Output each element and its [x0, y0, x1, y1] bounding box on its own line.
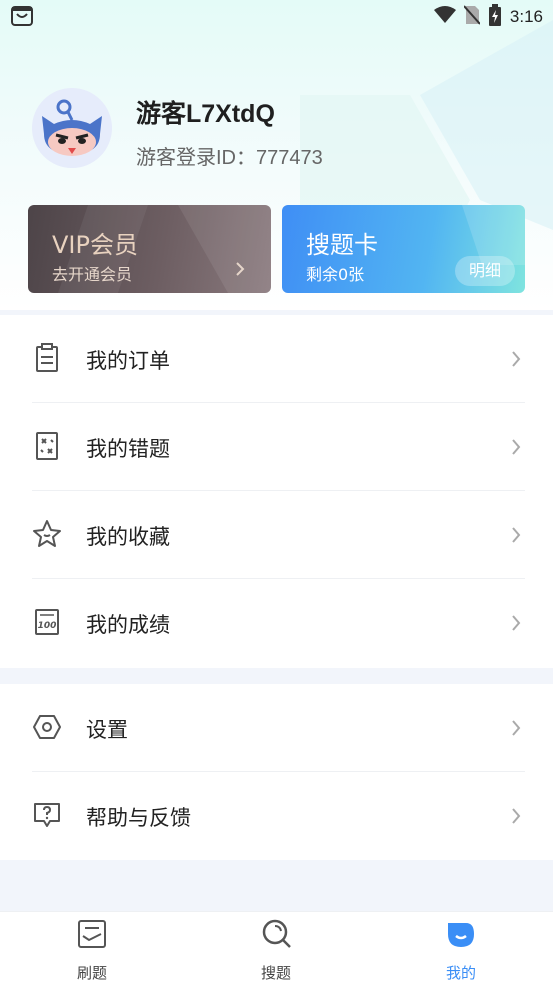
star-icon: [32, 519, 62, 549]
menu-item-label: 我的成绩: [86, 613, 170, 637]
svg-text:100: 100: [38, 621, 57, 631]
search-card-title: 搜题卡: [306, 231, 378, 259]
status-bar: 3:16: [0, 0, 553, 32]
chevron-right-icon: [511, 614, 521, 636]
menu-primary: 我的订单 我的错题 我的收藏 100 我的成绩: [0, 315, 553, 668]
search-card-remaining: 剩余0张: [306, 265, 365, 284]
tab-label: 刷题: [76, 964, 107, 982]
tab-label: 搜题: [260, 964, 291, 982]
chevron-right-icon: [235, 261, 245, 281]
menu-item-scores[interactable]: 100 我的成绩: [0, 579, 553, 667]
username: 游客L7XtdQ: [136, 100, 275, 128]
vip-membership-card[interactable]: VIP会员 去开通会员: [28, 205, 271, 293]
vip-card-subtitle: 去开通会员: [52, 265, 133, 284]
menu-item-help-feedback[interactable]: 帮助与反馈: [0, 772, 553, 860]
cartoon-avatar-icon: [32, 88, 112, 168]
chevron-right-icon: [511, 438, 521, 460]
tab-search[interactable]: 搜题: [184, 912, 368, 983]
menu-item-label: 设置: [86, 718, 128, 742]
clipboard-icon: [32, 343, 62, 373]
battery-charging-icon: [488, 4, 502, 30]
detail-button[interactable]: 明细: [454, 256, 515, 286]
tab-label: 我的: [445, 964, 476, 982]
chevron-right-icon: [511, 807, 521, 829]
menu-item-favorites[interactable]: 我的收藏: [0, 491, 553, 579]
search-card[interactable]: 搜题卡 剩余0张 明细: [282, 205, 525, 293]
avatar[interactable]: [32, 88, 112, 168]
bottom-tab-bar: 刷题 搜题 我的: [0, 911, 553, 983]
menu-item-wrong-answers[interactable]: 我的错题: [0, 403, 553, 491]
hexagon-settings-icon: [32, 712, 62, 742]
wifi-icon: [433, 6, 456, 28]
menu-item-orders[interactable]: 我的订单: [0, 315, 553, 403]
app-notification-icon: [10, 5, 34, 31]
profile-icon: [446, 918, 476, 950]
no-sim-icon: [463, 5, 481, 29]
practice-icon: [77, 918, 107, 950]
menu-item-label: 我的订单: [86, 349, 170, 373]
user-id: 游客登录ID：777473: [136, 147, 323, 169]
chevron-right-icon: [511, 526, 521, 548]
search-icon: [261, 918, 291, 950]
tab-profile[interactable]: 我的: [369, 912, 553, 983]
menu-item-label: 我的收藏: [86, 525, 170, 549]
help-feedback-icon: [32, 800, 62, 830]
chevron-right-icon: [511, 350, 521, 372]
chevron-right-icon: [511, 719, 521, 741]
menu-item-label: 帮助与反馈: [86, 806, 191, 830]
vip-card-title: VIP会员: [52, 231, 138, 259]
tab-practice[interactable]: 刷题: [0, 912, 184, 983]
menu-secondary: 设置 帮助与反馈: [0, 684, 553, 860]
wrong-answers-icon: [32, 431, 62, 461]
menu-item-label: 我的错题: [86, 437, 170, 461]
status-time: 3:16: [509, 7, 543, 26]
menu-item-settings[interactable]: 设置: [0, 684, 553, 772]
score-100-icon: 100: [32, 607, 62, 637]
